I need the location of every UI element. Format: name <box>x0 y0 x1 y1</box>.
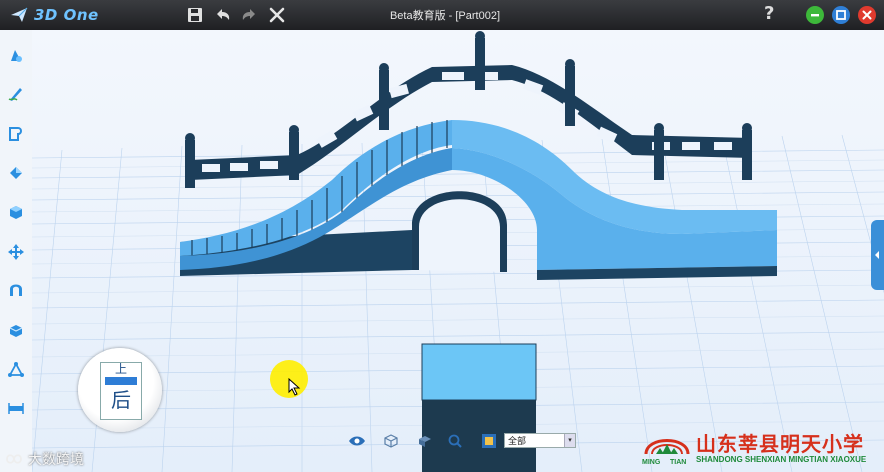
special-feature-icon <box>10 206 22 219</box>
view-cube-face[interactable]: 上 后 <box>100 362 142 420</box>
bottom-toolbar: 全部 ▾ <box>340 430 590 452</box>
watermark-left-text: 大数跨境 <box>28 452 84 468</box>
render-mode-icon <box>384 434 398 448</box>
combine-icon <box>9 325 23 337</box>
view-cube-top-label: 上 <box>114 363 127 376</box>
view-cube-band <box>105 377 137 385</box>
distance-button[interactable] <box>6 360 26 380</box>
view-eye-button[interactable] <box>348 432 366 450</box>
undo-icon <box>217 9 230 20</box>
feature-icon <box>10 167 22 179</box>
school-name-en: SHANDONG SHENXIAN MINGTIAN XIAOXUE <box>696 455 867 464</box>
minimize-icon <box>811 14 819 17</box>
title-bar: 3D One Beta教育版 - [Part002] ? <box>0 0 884 30</box>
render-mode-button[interactable] <box>382 432 400 450</box>
school-emblem-icon <box>644 439 690 455</box>
display-icon <box>419 436 431 447</box>
school-name-cn: 山东莘县明天小学 <box>696 432 864 456</box>
school-logo: MING TIAN 山东莘县明天小学 SHANDONG SHENXIAN MIN… <box>640 424 884 472</box>
filter-icon <box>482 434 496 448</box>
exit-button[interactable] <box>266 4 288 26</box>
undo-button[interactable] <box>212 4 234 26</box>
logo-text-ming: MING <box>642 459 661 466</box>
left-toolbar <box>0 30 33 472</box>
restore-button[interactable] <box>832 6 850 24</box>
redo-icon <box>242 9 255 20</box>
filter-dropdown[interactable]: 全部 ▾ <box>504 433 576 448</box>
right-panel-handle[interactable] <box>871 220 884 290</box>
mouse-cursor-icon <box>288 378 301 396</box>
special-feature-button[interactable] <box>6 202 26 222</box>
display-button[interactable] <box>416 432 434 450</box>
move-button[interactable] <box>6 242 26 262</box>
measure-icon <box>8 403 24 414</box>
filter-button[interactable] <box>480 432 498 450</box>
distance-icon <box>8 362 24 377</box>
adjust-icon <box>10 284 22 296</box>
infinity-logo-icon <box>6 454 22 464</box>
minimize-button[interactable] <box>806 6 824 24</box>
feature-button[interactable] <box>6 162 26 182</box>
primitive-shapes-icon <box>11 50 22 62</box>
app-logo: 3D One <box>10 4 99 26</box>
sketch-edit-icon <box>9 127 22 141</box>
filter-dropdown-value: 全部 <box>508 436 527 446</box>
sketch-edit-button[interactable] <box>6 124 26 144</box>
watermark-left: 大数跨境 <box>4 448 84 470</box>
view-eye-icon <box>349 436 365 446</box>
help-button[interactable]: ? <box>764 3 774 24</box>
logo-text-tian: TIAN <box>670 459 687 466</box>
restore-icon <box>836 10 846 20</box>
box-model[interactable] <box>421 343 537 472</box>
zoom-button[interactable] <box>446 432 464 450</box>
3d-viewport[interactable] <box>32 30 884 472</box>
sketch-icon <box>8 88 22 101</box>
chevron-down-icon: ▾ <box>564 434 575 447</box>
paper-plane-icon <box>11 7 28 22</box>
zoom-icon <box>448 434 462 448</box>
combine-button[interactable] <box>6 320 26 340</box>
sketch-button[interactable] <box>6 84 26 104</box>
primitive-shapes-button[interactable] <box>6 46 26 66</box>
chevron-left-icon <box>875 251 879 259</box>
window-title: Beta教育版 - [Part002] <box>389 10 501 22</box>
adjust-button[interactable] <box>6 280 26 300</box>
measure-button[interactable] <box>6 398 26 418</box>
view-cube[interactable]: 上 后 <box>78 348 162 432</box>
view-cube-front-label: 后 <box>111 388 131 412</box>
close-icon <box>862 10 872 20</box>
close-x-icon <box>269 7 285 23</box>
workplane-grid <box>32 30 884 472</box>
move-icon <box>8 244 24 260</box>
save-button[interactable] <box>184 4 206 26</box>
save-icon <box>188 8 202 22</box>
app-name: 3D One <box>34 6 99 24</box>
redo-button[interactable] <box>238 4 260 26</box>
close-window-button[interactable] <box>858 6 876 24</box>
